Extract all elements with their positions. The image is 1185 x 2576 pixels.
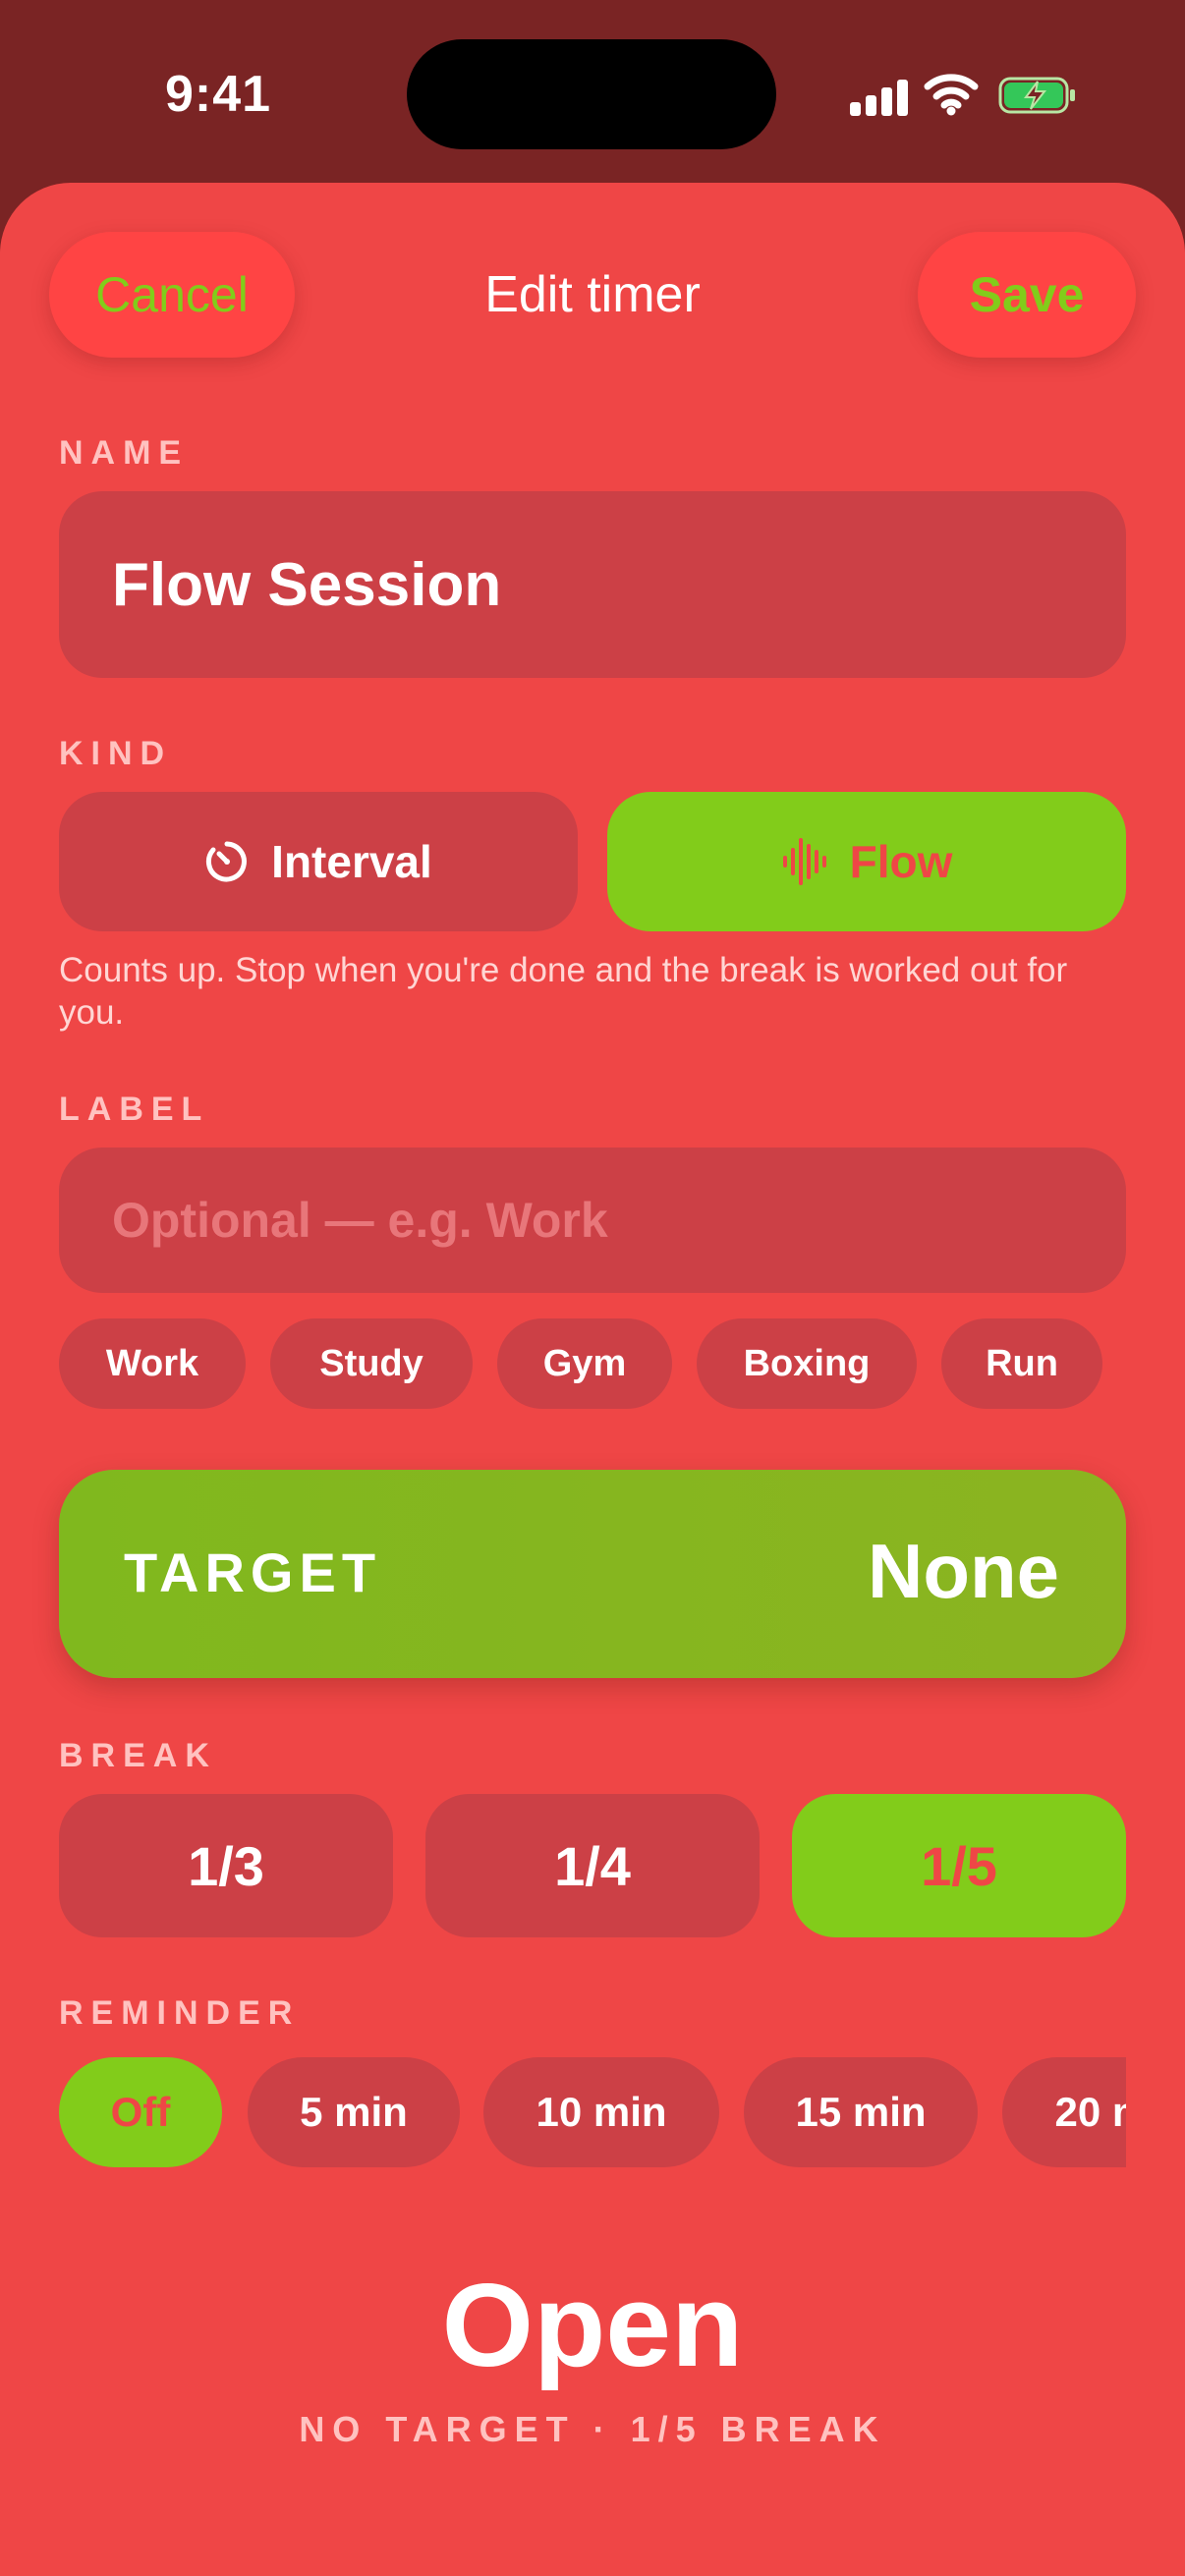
kind-section-label: KIND (59, 735, 173, 772)
break-section-label: BREAK (59, 1737, 217, 1774)
reminder-section-label: REMINDER (59, 1994, 301, 2032)
summary-subline: NO TARGET · 1/5 BREAK (299, 2409, 886, 2449)
wifi-icon (924, 74, 979, 116)
label-chip-run[interactable]: Run (941, 1318, 1102, 1409)
battery-charging-icon (998, 77, 1075, 114)
summary-headline: Open (441, 2260, 744, 2391)
kind-interval-button[interactable]: Interval (59, 792, 578, 931)
target-label: TARGET (124, 1541, 382, 1603)
save-button[interactable]: Save (918, 232, 1136, 358)
kind-flow-label: Flow (849, 836, 953, 887)
label-chip-gym[interactable]: Gym (497, 1318, 672, 1409)
kind-interval-label: Interval (271, 836, 432, 887)
break-option-1-4[interactable]: 1/4 (425, 1794, 760, 1937)
label-section-label: LABEL (59, 1091, 210, 1128)
label-chip-boxing[interactable]: Boxing (697, 1318, 917, 1409)
cellular-signal-icon (850, 77, 909, 116)
dynamic-island (407, 39, 776, 149)
break-option-1-5[interactable]: 1/5 (792, 1794, 1126, 1937)
status-bar: 9:41 (0, 0, 1185, 187)
reminder-option-5-min[interactable]: 5 min (248, 2057, 460, 2167)
label-chip-work[interactable]: Work (59, 1318, 246, 1409)
kind-flow-button[interactable]: Flow (607, 792, 1126, 931)
reminder-option-20-min[interactable]: 20 min (1002, 2057, 1126, 2167)
reminder-options-scroller[interactable]: Off 5 min 10 min 15 min 20 min (59, 2057, 1126, 2167)
reminder-option-15-min[interactable]: 15 min (744, 2057, 978, 2167)
reminder-option-off[interactable]: Off (59, 2057, 222, 2167)
status-time: 9:41 (165, 66, 272, 123)
target-selector[interactable]: TARGET None (59, 1470, 1126, 1678)
break-option-1-3[interactable]: 1/3 (59, 1794, 393, 1937)
target-value: None (868, 1528, 1059, 1614)
name-input[interactable]: Flow Session (59, 491, 1126, 678)
timer-icon (206, 841, 248, 882)
label-chip-study[interactable]: Study (270, 1318, 473, 1409)
label-input[interactable]: Optional — e.g. Work (59, 1148, 1126, 1293)
kind-description: Counts up. Stop when you're done and the… (59, 951, 1068, 1032)
waveform-icon (782, 838, 826, 885)
reminder-option-10-min[interactable]: 10 min (483, 2057, 719, 2167)
name-section-label: NAME (59, 434, 190, 472)
